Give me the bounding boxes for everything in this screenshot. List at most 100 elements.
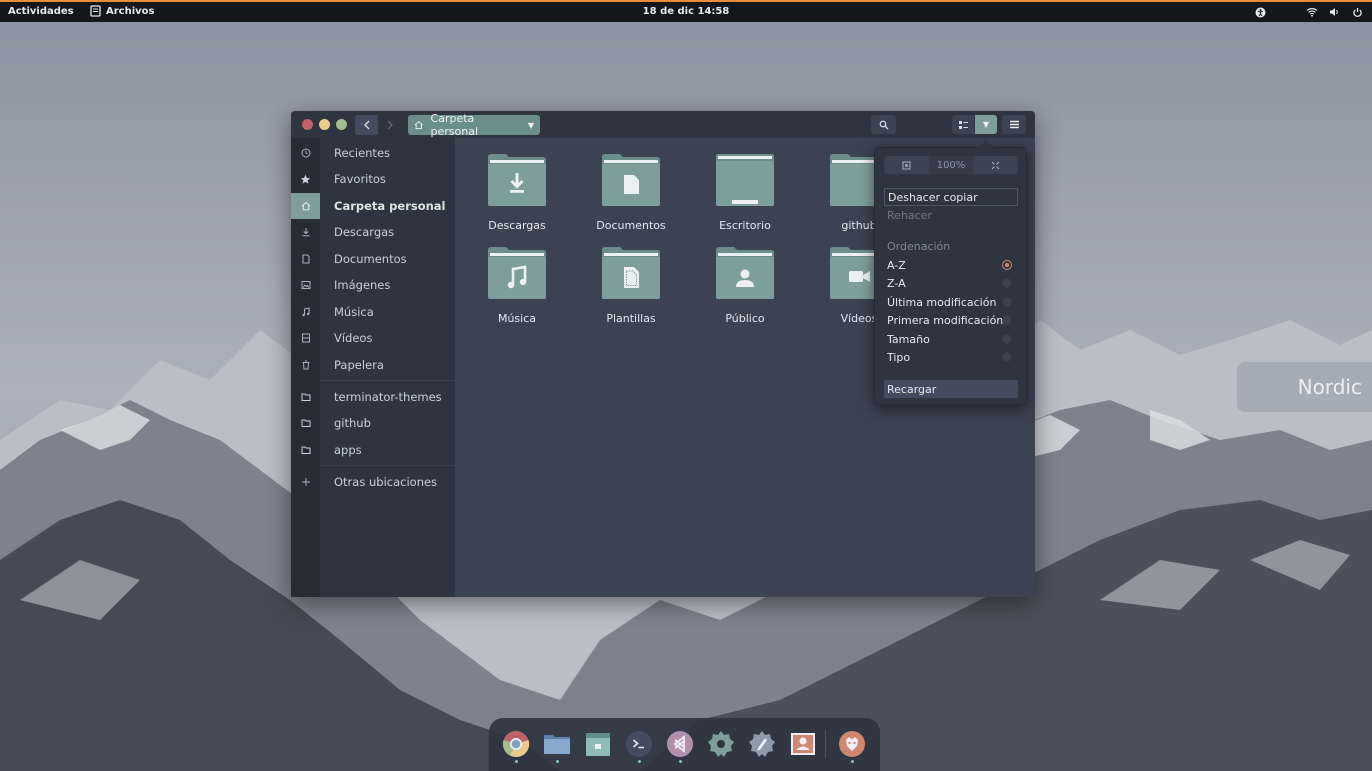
volume-icon[interactable] <box>1328 6 1341 19</box>
undo-copy-item[interactable]: Deshacer copiar <box>884 188 1018 206</box>
radio-unchecked-icon <box>1002 334 1012 344</box>
chrome-icon[interactable] <box>502 730 530 758</box>
sidebar-item-apps[interactable]: apps <box>320 437 455 463</box>
folder-item-descargas[interactable]: Descargas <box>467 154 567 232</box>
system-tray[interactable] <box>1254 4 1364 20</box>
running-indicator <box>851 760 854 763</box>
app-menu[interactable]: Archivos <box>90 5 155 17</box>
sidebar-item-label: Música <box>334 305 374 319</box>
running-indicator <box>556 760 559 763</box>
vscode-icon[interactable] <box>666 730 694 758</box>
forward-button[interactable] <box>378 115 401 135</box>
file-label: Música <box>497 312 537 325</box>
accessibility-icon[interactable] <box>1254 6 1267 19</box>
view-options-dropdown-button[interactable]: ▼ <box>975 115 997 134</box>
sidebar-icon-strip <box>291 138 320 597</box>
sidebar-item-home[interactable]: Carpeta personal <box>320 193 455 219</box>
folder-icon[interactable] <box>291 384 320 410</box>
back-button[interactable] <box>355 115 378 135</box>
sidebar-item-other-locations[interactable]: Otras ubicaciones <box>320 469 455 495</box>
download-icon[interactable] <box>291 219 320 245</box>
image-viewer-icon[interactable] <box>789 730 817 758</box>
sort-option-type[interactable]: Tipo <box>884 348 1018 366</box>
plus-icon[interactable] <box>291 469 320 495</box>
sidebar-item-label: Carpeta personal <box>334 199 446 213</box>
search-button[interactable] <box>871 115 896 134</box>
calendar-icon[interactable] <box>584 730 612 758</box>
sort-option-a-z[interactable]: A-Z <box>884 256 1018 274</box>
caret-down-icon: ▼ <box>982 120 990 129</box>
sidebar-item-github[interactable]: github <box>320 410 455 436</box>
view-options-popover: 100% Deshacer copiar Rehacer Ordenación … <box>874 147 1027 405</box>
sidebar-item-label: Recientes <box>334 146 391 160</box>
sidebar-item-label: Vídeos <box>334 331 373 345</box>
redo-item[interactable]: Rehacer <box>884 206 1018 224</box>
sidebar-item-videos[interactable]: Vídeos <box>320 325 455 351</box>
terminal-icon[interactable] <box>625 730 653 758</box>
document-icon[interactable] <box>291 246 320 272</box>
template-folder-icon <box>602 247 660 299</box>
settings-icon[interactable] <box>707 730 735 758</box>
theme-label-tab: Nordic <box>1237 362 1372 412</box>
sidebar: Recientes Favoritos Carpeta personal Des… <box>320 138 455 597</box>
sidebar-divider <box>320 380 455 381</box>
sidebar-item-imagenes[interactable]: Imágenes <box>320 272 455 298</box>
zoom-controls: 100% <box>884 156 1019 174</box>
desktop-folder-icon <box>716 154 774 206</box>
close-window-button[interactable] <box>302 119 313 130</box>
sidebar-item-musica[interactable]: Música <box>320 299 455 325</box>
zoom-in-button[interactable] <box>973 156 1019 174</box>
sort-option-first-modified[interactable]: Primera modificación <box>884 311 1018 329</box>
document-folder-icon <box>602 154 660 206</box>
minimize-window-button[interactable] <box>319 119 330 130</box>
sort-option-label: Última modificación <box>887 295 997 309</box>
theme-label: Nordic <box>1297 375 1362 399</box>
clock[interactable]: 18 de dic 14:58 <box>643 6 730 17</box>
files-icon[interactable] <box>543 730 571 758</box>
sidebar-item-papelera[interactable]: Papelera <box>320 352 455 378</box>
image-icon[interactable] <box>291 272 320 298</box>
sort-option-z-a[interactable]: Z-A <box>884 274 1018 292</box>
zoom-reset-button[interactable]: 100% <box>928 156 974 174</box>
running-indicator <box>679 760 682 763</box>
music-icon[interactable] <box>291 299 320 325</box>
radio-unchecked-icon <box>1002 297 1012 307</box>
sidebar-item-documentos[interactable]: Documentos <box>320 246 455 272</box>
power-icon[interactable] <box>1351 6 1364 19</box>
folder-icon[interactable] <box>291 410 320 436</box>
folder-item-documentos[interactable]: Documentos <box>581 154 681 232</box>
gedit-icon[interactable] <box>748 730 776 758</box>
folder-item-publico[interactable]: Público <box>695 247 795 325</box>
sidebar-item-label: Documentos <box>334 252 407 266</box>
sidebar-item-recientes[interactable]: Recientes <box>320 140 455 166</box>
wifi-icon[interactable] <box>1305 6 1318 19</box>
folder-item-escritorio[interactable]: Escritorio <box>695 154 795 232</box>
zoom-in-icon <box>991 161 1000 169</box>
sort-option-label: Tamaño <box>887 332 930 346</box>
trash-icon[interactable] <box>291 352 320 378</box>
sidebar-item-descargas[interactable]: Descargas <box>320 219 455 245</box>
video-icon[interactable] <box>291 325 320 351</box>
chevron-left-icon <box>363 120 369 130</box>
star-icon[interactable] <box>291 166 320 192</box>
sort-option-size[interactable]: Tamaño <box>884 330 1018 348</box>
folder-icon[interactable] <box>291 437 320 463</box>
folder-item-musica[interactable]: Música <box>467 247 567 325</box>
running-indicator <box>638 760 641 763</box>
maximize-window-button[interactable] <box>336 119 347 130</box>
path-bar-button[interactable]: Carpeta personal ▼ <box>408 112 540 138</box>
activities-button[interactable]: Actividades <box>8 6 74 17</box>
firefox-icon[interactable] <box>838 730 866 758</box>
reload-item[interactable]: Recargar <box>884 380 1018 398</box>
zoom-out-button[interactable] <box>884 156 929 174</box>
list-view-button[interactable] <box>952 115 974 134</box>
home-icon[interactable] <box>291 193 320 219</box>
radio-unchecked-icon <box>1002 315 1012 325</box>
sidebar-item-favoritos[interactable]: Favoritos <box>320 166 455 192</box>
clock-icon[interactable] <box>291 140 320 166</box>
top-panel: Actividades Archivos 18 de dic 14:58 <box>0 0 1372 22</box>
sidebar-item-terminator-themes[interactable]: terminator-themes <box>320 384 455 410</box>
main-menu-button[interactable] <box>1002 115 1026 134</box>
sort-option-last-modified[interactable]: Última modificación <box>884 293 1018 311</box>
folder-item-plantillas[interactable]: Plantillas <box>581 247 681 325</box>
